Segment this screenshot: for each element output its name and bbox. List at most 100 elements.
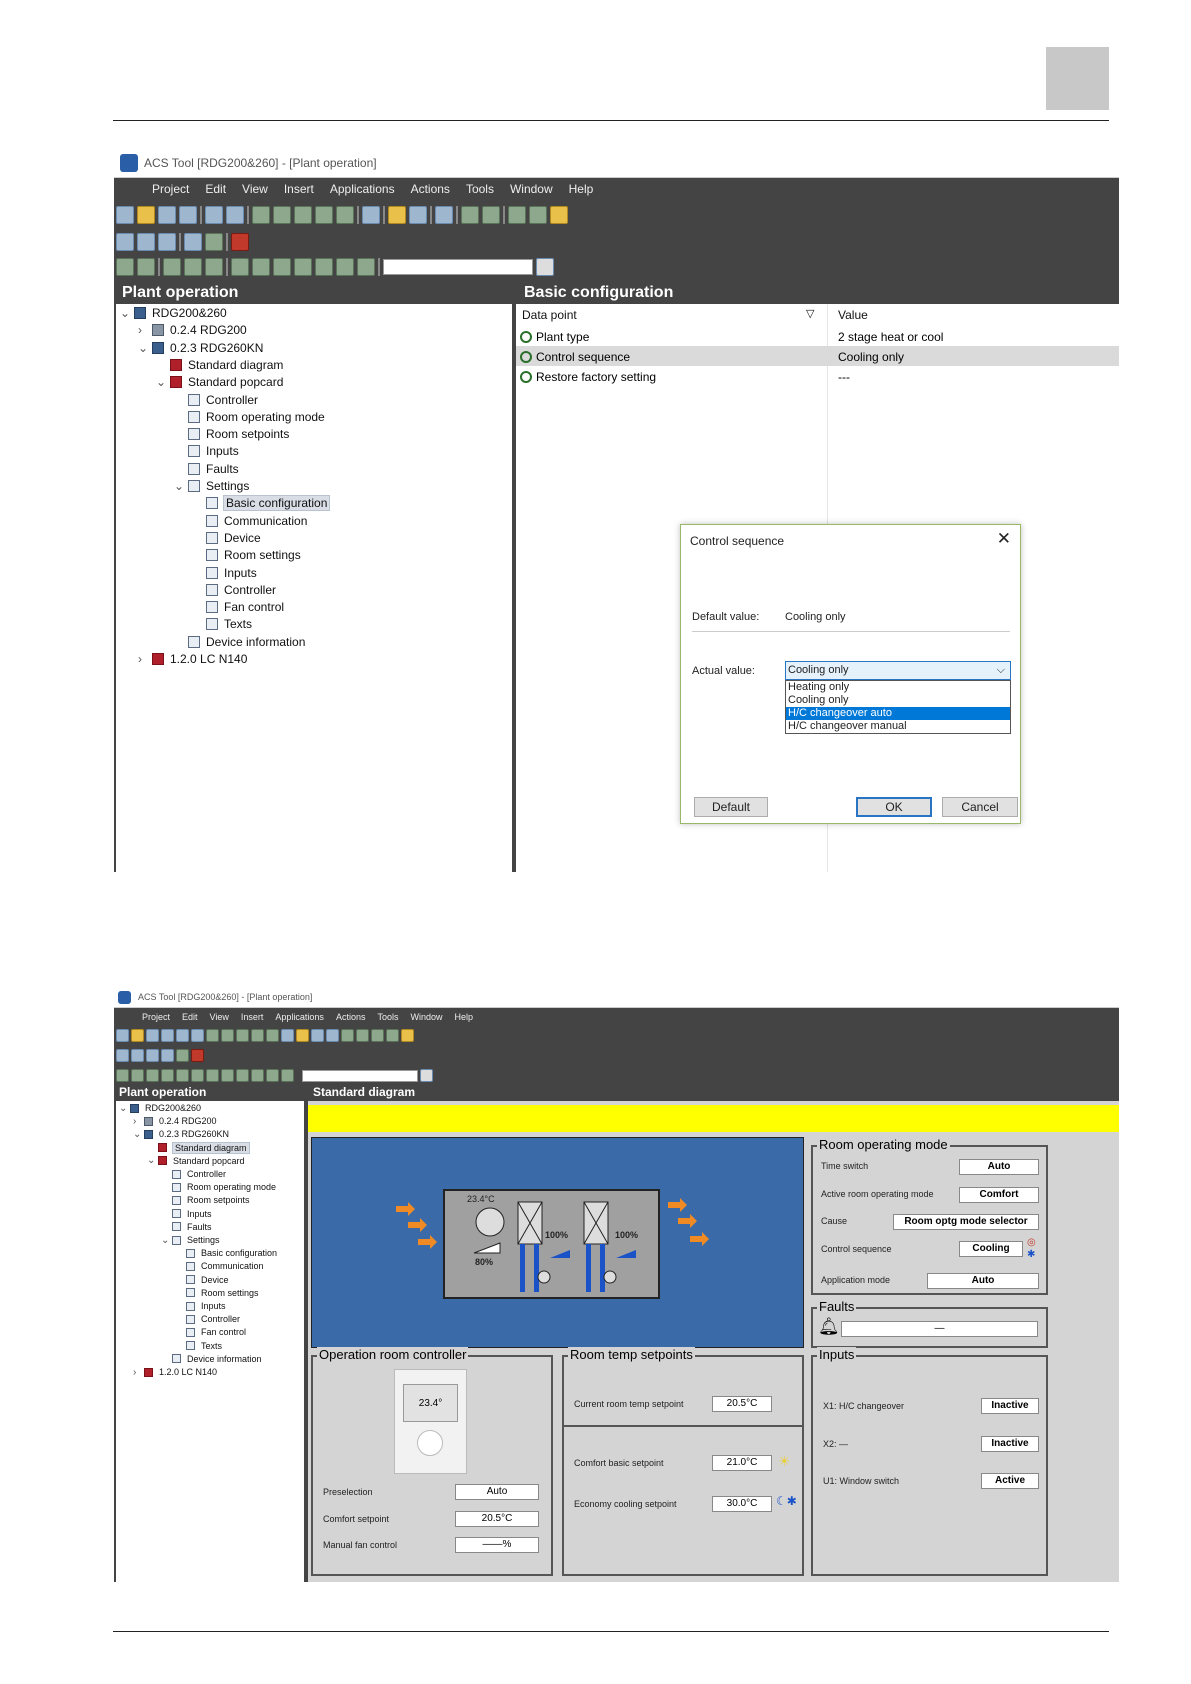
- chevron-down-icon[interactable]: ⌄: [147, 1155, 155, 1166]
- option-hc-changeover-auto[interactable]: H/C changeover auto: [786, 707, 1010, 720]
- plant-icon[interactable]: [296, 1029, 309, 1042]
- page-tool-icon[interactable]: [146, 1069, 159, 1082]
- filter-chevron-icon[interactable]: ▽: [806, 307, 814, 320]
- tree-item[interactable]: Communication: [186, 1261, 264, 1271]
- popcard-icon[interactable]: [231, 233, 249, 251]
- row-control-sequence[interactable]: Control sequence: [520, 350, 630, 364]
- download-icon[interactable]: [158, 233, 176, 251]
- comfort-setpoint-value[interactable]: 20.5°C: [455, 1511, 539, 1527]
- tree-item[interactable]: Device information: [188, 635, 305, 649]
- menu-help[interactable]: Help: [569, 182, 594, 196]
- paste-special-icon[interactable]: [251, 1029, 264, 1042]
- chevron-right-icon[interactable]: ›: [138, 323, 142, 337]
- application-mode-value[interactable]: Auto: [927, 1273, 1039, 1289]
- arrow-right-icon[interactable]: [281, 1069, 294, 1082]
- tree-item[interactable]: Inputs: [188, 444, 239, 458]
- tree-item[interactable]: › 1.2.0 LC N140: [138, 652, 247, 666]
- tree-item[interactable]: Faults: [172, 1222, 212, 1232]
- user-icon[interactable]: [508, 206, 526, 224]
- tree-item[interactable]: › 0.2.4 RDG200: [133, 1116, 217, 1127]
- download-icon[interactable]: [146, 1049, 159, 1062]
- tree-item[interactable]: Room setpoints: [172, 1195, 250, 1205]
- chevron-down-icon[interactable]: ⌄: [161, 1235, 169, 1246]
- tree-item[interactable]: Basic configuration: [186, 1248, 277, 1258]
- paste-icon[interactable]: [294, 206, 312, 224]
- network-tool-icon[interactable]: [116, 233, 134, 251]
- search-icon[interactable]: [536, 258, 554, 276]
- tree-item[interactable]: Room settings: [206, 548, 301, 562]
- save-icon[interactable]: [158, 206, 176, 224]
- link-icon[interactable]: [252, 258, 270, 276]
- copy-icon[interactable]: [221, 1029, 234, 1042]
- chevron-right-icon[interactable]: ›: [133, 1367, 136, 1378]
- settings-gear-icon[interactable]: [386, 1029, 399, 1042]
- disconnect-icon[interactable]: [191, 1029, 204, 1042]
- list-icon[interactable]: [131, 1069, 144, 1082]
- tree-item[interactable]: Room setpoints: [188, 427, 289, 441]
- help-icon[interactable]: [362, 206, 380, 224]
- active-mode-value[interactable]: Comfort: [959, 1187, 1039, 1203]
- save-icon[interactable]: [146, 1029, 159, 1042]
- menu-project[interactable]: Project: [142, 1012, 170, 1022]
- tree-item[interactable]: ⌄ Settings: [174, 479, 249, 493]
- tree-item[interactable]: ⌄ Standard popcard: [147, 1155, 245, 1166]
- import-icon[interactable]: [356, 1029, 369, 1042]
- tree-item[interactable]: Controller: [172, 1169, 226, 1179]
- tree-item[interactable]: Room settings: [186, 1288, 259, 1298]
- chevron-down-icon[interactable]: ⌄: [120, 306, 130, 320]
- chevron-down-icon[interactable]: ⌵: [997, 662, 1005, 679]
- popcard-icon[interactable]: [191, 1049, 204, 1062]
- search-input[interactable]: [383, 259, 533, 275]
- pen-icon[interactable]: [236, 1069, 249, 1082]
- actual-value-combo[interactable]: Cooling only ⌵: [785, 661, 1011, 680]
- chevron-down-icon[interactable]: ⌄: [133, 1129, 141, 1140]
- comfort-basic-value[interactable]: 21.0°C: [712, 1455, 772, 1471]
- folder-icon[interactable]: [161, 1069, 174, 1082]
- time-switch-value[interactable]: Auto: [959, 1159, 1039, 1175]
- copy-icon[interactable]: [273, 206, 291, 224]
- row-plant-type[interactable]: Plant type: [520, 330, 589, 344]
- pen-icon[interactable]: [294, 258, 312, 276]
- menu-view[interactable]: View: [242, 182, 268, 196]
- preselection-value[interactable]: Auto: [455, 1484, 539, 1500]
- tool-icon[interactable]: [435, 206, 453, 224]
- menu-project[interactable]: Project: [152, 182, 189, 196]
- network-tool-icon[interactable]: [116, 1049, 129, 1062]
- tree-item[interactable]: Standard diagram: [158, 1141, 250, 1154]
- tree-item[interactable]: Controller: [206, 583, 276, 597]
- tree-item[interactable]: ⌄ 0.2.3 RDG260KN: [133, 1129, 229, 1140]
- chevron-down-icon[interactable]: ⌄: [156, 375, 166, 389]
- control-sequence-value[interactable]: Cooling: [959, 1241, 1023, 1257]
- user-icon[interactable]: [371, 1029, 384, 1042]
- input-x1-value[interactable]: Inactive: [981, 1398, 1039, 1414]
- tree-item[interactable]: Communication: [206, 514, 307, 528]
- arrow-left-icon[interactable]: [336, 258, 354, 276]
- menu-insert[interactable]: Insert: [284, 182, 314, 196]
- tree-item[interactable]: ⌄ Settings: [161, 1235, 220, 1246]
- manual-fan-value[interactable]: ——%: [455, 1537, 539, 1553]
- font-icon[interactable]: [273, 258, 291, 276]
- check-icon[interactable]: [251, 1069, 264, 1082]
- tree-item[interactable]: Basic configuration: [206, 495, 331, 512]
- option-heating-only[interactable]: Heating only: [786, 681, 1010, 694]
- menu-edit[interactable]: Edit: [182, 1012, 198, 1022]
- menu-edit[interactable]: Edit: [205, 182, 226, 196]
- tree-item[interactable]: Room operating mode: [172, 1182, 276, 1192]
- tree-item[interactable]: Faults: [188, 462, 239, 476]
- delete-icon[interactable]: [266, 1029, 279, 1042]
- export-icon[interactable]: [341, 1029, 354, 1042]
- tree-item[interactable]: Device: [206, 531, 261, 545]
- tree-item[interactable]: Texts: [206, 617, 252, 631]
- menu-actions[interactable]: Actions: [336, 1012, 366, 1022]
- connect-icon[interactable]: [205, 206, 223, 224]
- new-icon[interactable]: [116, 1029, 129, 1042]
- tree-item[interactable]: Controller: [188, 393, 258, 407]
- folder-icon[interactable]: [184, 258, 202, 276]
- plant-icon[interactable]: [388, 206, 406, 224]
- search-icon[interactable]: [420, 1069, 433, 1082]
- close-icon[interactable]: ✕: [997, 529, 1011, 549]
- chevron-right-icon[interactable]: ›: [138, 652, 142, 666]
- chevron-right-icon[interactable]: ›: [133, 1116, 136, 1127]
- tree-item[interactable]: ⌄ RDG200&260: [120, 306, 227, 320]
- list-icon[interactable]: [137, 258, 155, 276]
